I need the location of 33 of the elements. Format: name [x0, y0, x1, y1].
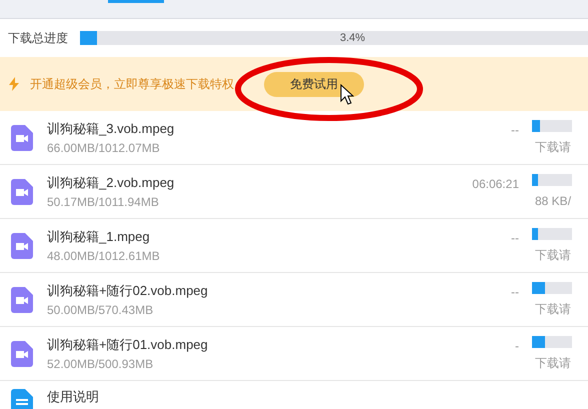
file-size: 48.00MB/1012.61MB — [47, 248, 161, 262]
download-status: 下载请 — [534, 246, 572, 264]
tab[interactable] — [108, 0, 164, 3]
download-status: 88 KB/ — [534, 192, 572, 210]
video-file-icon — [11, 340, 33, 366]
time-remaining: -- — [511, 284, 519, 300]
time-remaining: -- — [511, 122, 519, 138]
lightning-icon — [9, 77, 19, 91]
progress-label: 下载总进度 — [8, 30, 69, 47]
download-status: 下载请 — [534, 354, 572, 372]
free-trial-button[interactable]: 免费试用 — [264, 72, 364, 96]
download-status: 下载请 — [534, 138, 572, 156]
file-name: 使用说明 — [47, 389, 100, 405]
file-size: 50.17MB/1011.94MB — [47, 194, 160, 208]
file-name: 训狗秘籍_3.vob.mpeg — [47, 120, 176, 136]
file-name: 训狗秘籍+随行01.vob.mpeg — [47, 336, 209, 352]
file-size: 50.00MB/570.43MB — [47, 302, 154, 316]
time-remaining: 06:06:21 — [472, 176, 519, 192]
progress-percent: 3.4% — [340, 31, 366, 45]
file-size: 52.00MB/500.93MB — [47, 356, 154, 370]
video-file-icon — [11, 124, 33, 150]
file-name: 训狗秘籍_2.vob.mpeg — [47, 174, 176, 190]
video-file-icon — [11, 178, 33, 204]
file-name: 训狗秘籍_1.mpeg — [47, 228, 151, 244]
video-file-icon — [11, 286, 33, 312]
file-name: 训狗秘籍+随行02.vob.mpeg — [47, 282, 209, 298]
time-remaining: -- — [511, 230, 519, 246]
download-status: 下载请 — [534, 300, 572, 318]
time-remaining: - — [515, 338, 519, 354]
file-size: 66.00MB/1012.07MB — [47, 140, 161, 154]
mouse-cursor-icon — [340, 84, 354, 106]
video-file-icon — [11, 232, 33, 258]
promo-text: 开通超级会员，立即尊享极速下载特权 — [30, 76, 234, 93]
